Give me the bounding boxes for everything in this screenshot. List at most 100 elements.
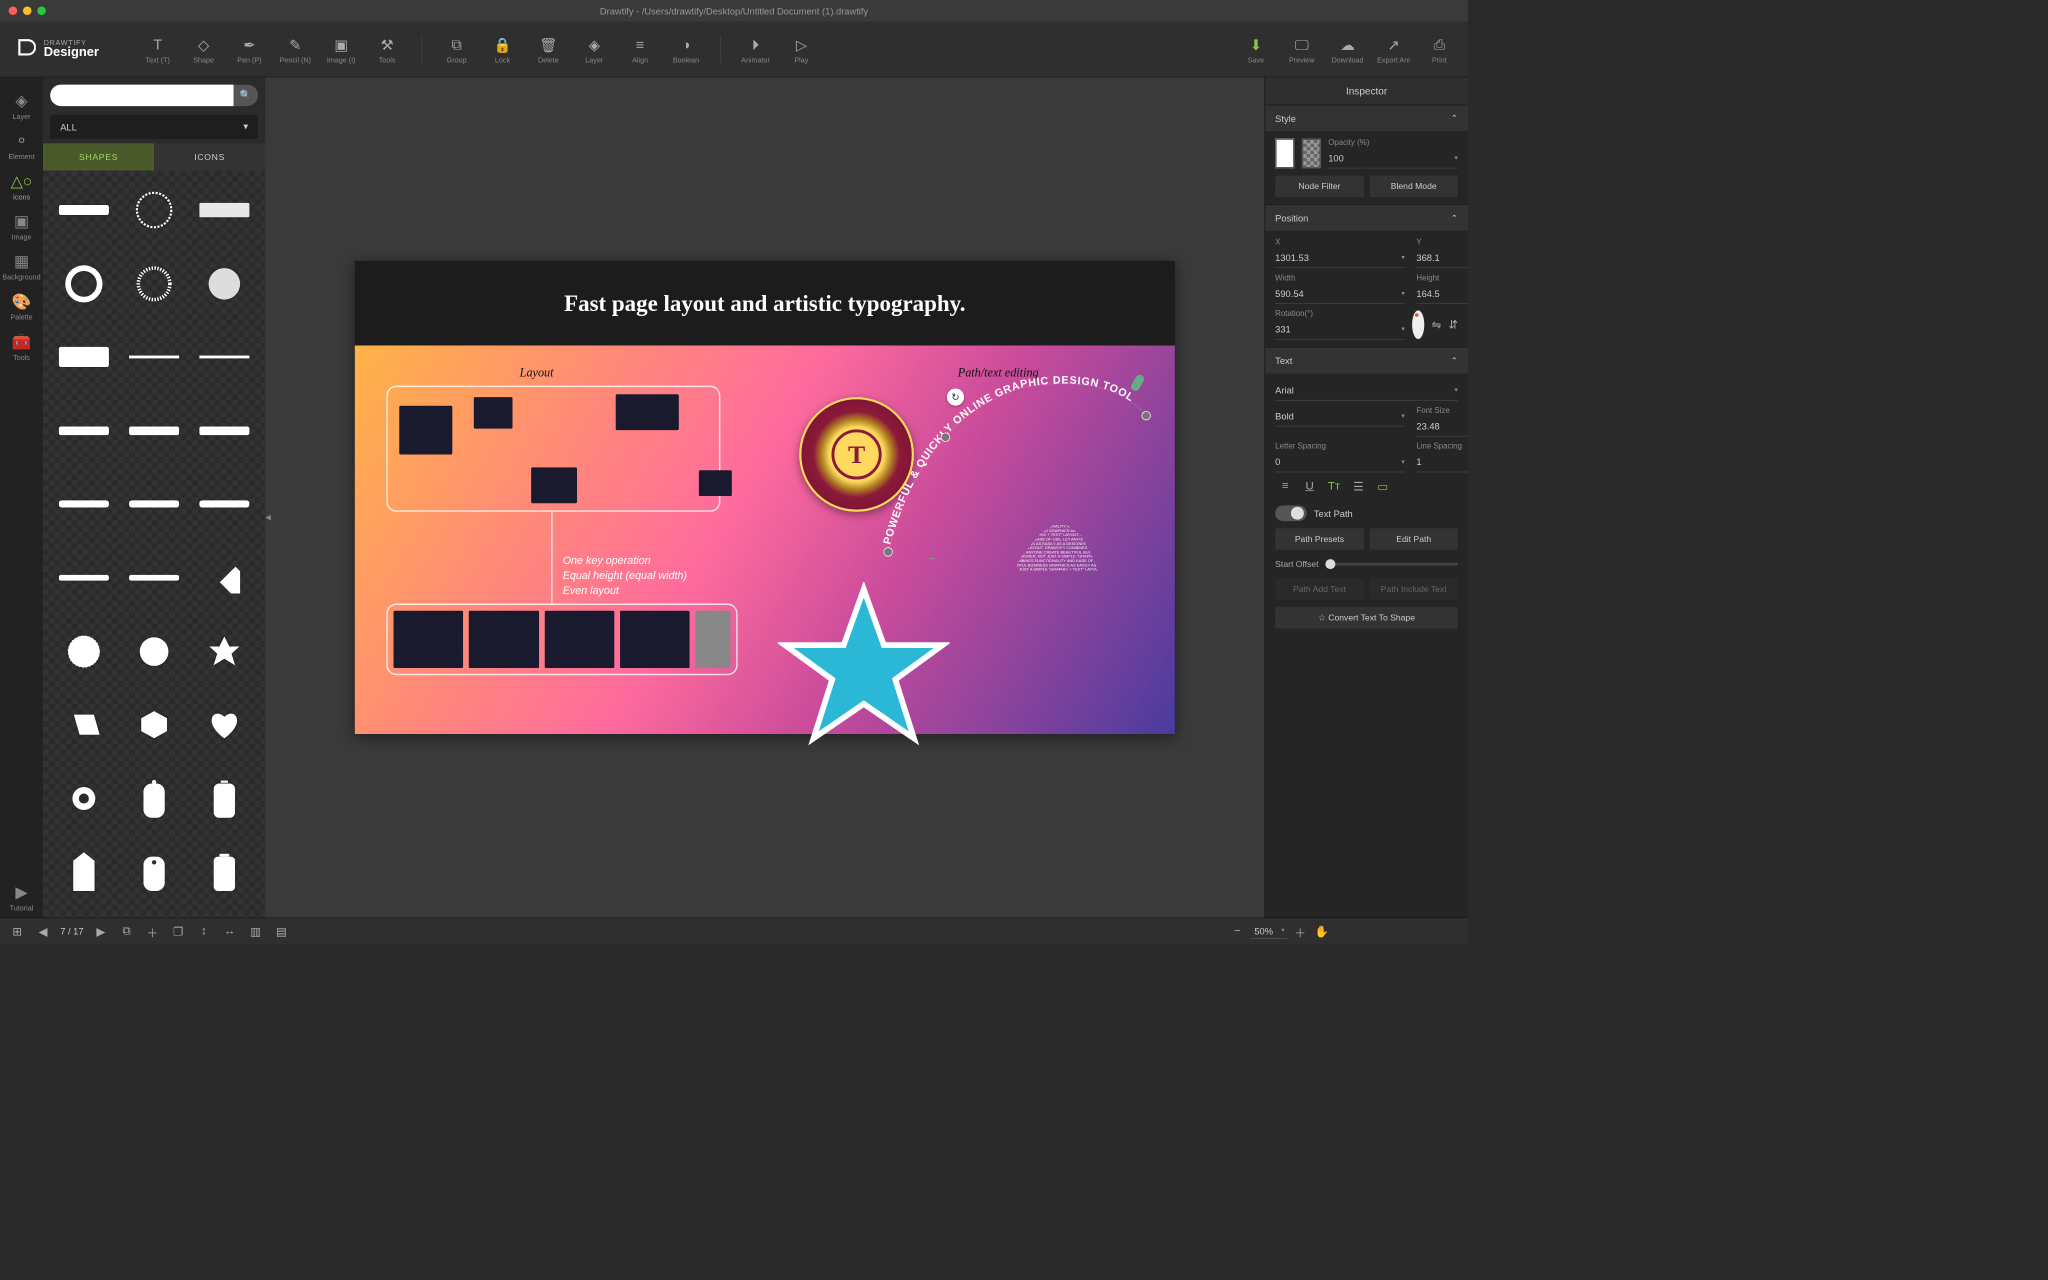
letter-spacing-input[interactable] — [1275, 457, 1401, 468]
list-icon[interactable]: ☰ — [1348, 477, 1368, 497]
layer-tool[interactable]: ◈Layer — [571, 34, 617, 65]
shape-item[interactable] — [49, 691, 119, 758]
shape-item[interactable] — [119, 250, 189, 317]
rail-tools[interactable]: 🧰Tools — [3, 327, 40, 367]
fill-swatch[interactable] — [1275, 138, 1294, 168]
shape-item[interactable] — [119, 544, 189, 611]
rail-background[interactable]: ▦Background — [3, 247, 40, 287]
rail-element[interactable]: ⚬Element — [3, 126, 40, 166]
layout-thumb[interactable] — [696, 611, 731, 668]
shape-item[interactable] — [119, 765, 189, 832]
text-case-icon[interactable]: Tᴛ — [1324, 477, 1344, 497]
preview-tool[interactable]: 🖵Preview — [1279, 34, 1325, 65]
rail-image[interactable]: ▣Image — [3, 206, 40, 246]
tab-shapes[interactable]: SHAPES — [43, 143, 154, 170]
add-page-icon[interactable]: ＋ — [144, 921, 161, 941]
text-tool[interactable]: TText (T) — [135, 34, 181, 65]
y-input[interactable] — [1416, 252, 1468, 263]
shape-item[interactable] — [119, 838, 189, 905]
shape-item[interactable] — [119, 691, 189, 758]
star-shape[interactable] — [778, 582, 950, 754]
layout-thumb[interactable] — [616, 394, 679, 430]
next-page-icon[interactable]: ▶ — [92, 921, 109, 941]
layout-box-2[interactable] — [386, 604, 737, 676]
shape-item[interactable] — [189, 250, 259, 317]
font-weight-select[interactable] — [1275, 411, 1401, 422]
height-input[interactable] — [1416, 288, 1468, 299]
image-tool[interactable]: ▣Image (I) — [318, 34, 364, 65]
pencil-tool[interactable]: ✎Pencil (N) — [272, 34, 318, 65]
filter-dropdown[interactable]: ALL — [50, 115, 258, 139]
line-spacing-input[interactable] — [1416, 457, 1468, 468]
pan-hand-icon[interactable]: ✋ — [1313, 921, 1330, 941]
shape-item[interactable] — [189, 765, 259, 832]
book-icon[interactable]: ▤ — [273, 921, 290, 941]
prev-page-icon[interactable]: ◀ — [34, 921, 51, 941]
width-input[interactable] — [1275, 288, 1401, 299]
shape-item[interactable] — [49, 838, 119, 905]
shape-item[interactable] — [49, 765, 119, 832]
canvas[interactable]: Fast page layout and artistic typography… — [355, 261, 1175, 734]
rail-palette[interactable]: 🎨Palette — [3, 287, 40, 327]
maximize-window-icon[interactable] — [37, 6, 46, 15]
tools-tool[interactable]: ⚒Tools — [364, 34, 410, 65]
delete-tool[interactable]: 🗑Delete — [525, 34, 571, 65]
edit-path-button[interactable]: Edit Path — [1369, 528, 1458, 550]
shape-item[interactable] — [49, 176, 119, 243]
lock-tool[interactable]: 🔒Lock — [480, 34, 526, 65]
path-presets-button[interactable]: Path Presets — [1275, 528, 1364, 550]
text-path-toggle[interactable] — [1275, 505, 1307, 521]
underline-icon[interactable]: U — [1300, 477, 1320, 497]
section-style-header[interactable]: Style — [1265, 105, 1468, 131]
pen-tool[interactable]: ✒Pen (P) — [227, 34, 273, 65]
tab-icons[interactable]: ICONS — [154, 143, 265, 170]
zoom-select[interactable]: 50% — [1250, 924, 1287, 938]
shape-item[interactable] — [189, 544, 259, 611]
rail-layer[interactable]: ◈Layer — [3, 86, 40, 126]
flip-h-icon[interactable]: ⇋ — [1432, 315, 1442, 335]
duplicate-page-icon[interactable]: ⧉ — [118, 921, 135, 941]
font-select[interactable] — [1275, 385, 1454, 396]
layout-thumb[interactable] — [545, 611, 615, 668]
play-tool[interactable]: ▷Play — [778, 34, 824, 65]
zoom-in-icon[interactable]: ＋ — [1292, 921, 1309, 941]
download-tool[interactable]: ☁Download — [1325, 34, 1371, 65]
path-include-text-button[interactable]: Path Include Text — [1369, 578, 1458, 600]
shape-item[interactable] — [49, 397, 119, 464]
shape-item[interactable] — [189, 691, 259, 758]
spread-icon[interactable]: ▥ — [247, 921, 264, 941]
copy-page-icon[interactable]: ❐ — [170, 921, 187, 941]
shape-item[interactable] — [49, 323, 119, 390]
align-left-icon[interactable]: ≡ — [1275, 477, 1295, 497]
node-filter-button[interactable]: Node Filter — [1275, 176, 1364, 198]
shape-item[interactable] — [119, 176, 189, 243]
shape-item[interactable] — [119, 618, 189, 685]
shape-item[interactable] — [189, 470, 259, 537]
shape-item[interactable] — [189, 323, 259, 390]
shape-item[interactable] — [119, 323, 189, 390]
shape-item[interactable] — [49, 250, 119, 317]
shape-item[interactable] — [49, 544, 119, 611]
zoom-out-icon[interactable]: − — [1229, 921, 1246, 941]
search-button[interactable]: 🔍 — [234, 85, 258, 107]
align-h-icon[interactable]: ↔ — [221, 921, 238, 941]
layout-thumb[interactable] — [620, 611, 690, 668]
start-offset-slider[interactable] — [1326, 563, 1458, 566]
section-text-header[interactable]: Text — [1265, 348, 1468, 374]
layout-thumb[interactable] — [699, 470, 732, 496]
close-window-icon[interactable] — [9, 6, 18, 15]
collapse-panel-button[interactable]: ◀ — [265, 497, 272, 537]
animator-tool[interactable]: ⏵Animator — [733, 34, 779, 65]
x-input[interactable] — [1275, 252, 1401, 263]
shape-item[interactable] — [49, 618, 119, 685]
shape-item[interactable] — [119, 397, 189, 464]
blend-mode-button[interactable]: Blend Mode — [1369, 176, 1458, 198]
align-tool[interactable]: ≡Align — [617, 34, 663, 65]
layout-thumb[interactable] — [474, 397, 513, 429]
text-path-curve[interactable]: POWERFUL & QUICKLY ONLINE GRAPHIC DESIGN… — [881, 373, 1153, 559]
path-add-text-button[interactable]: Path Add Text — [1275, 578, 1364, 600]
align-v-icon[interactable]: ↕ — [195, 921, 212, 941]
shape-item[interactable] — [189, 397, 259, 464]
flip-v-icon[interactable]: ⇵ — [1448, 315, 1458, 335]
opacity-input[interactable] — [1328, 153, 1454, 164]
